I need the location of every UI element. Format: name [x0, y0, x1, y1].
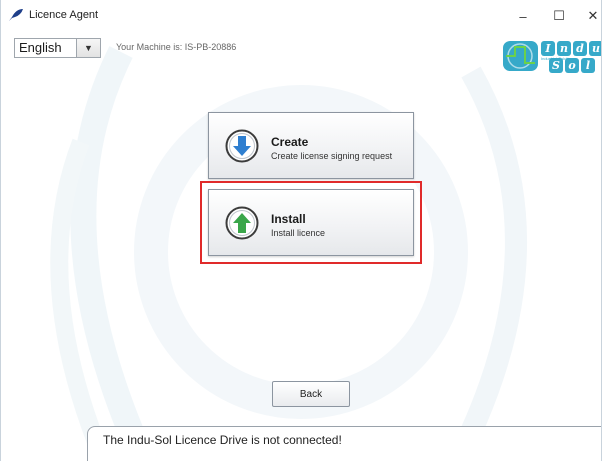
- language-dropdown[interactable]: English ▼: [14, 38, 101, 58]
- back-button-label: Back: [299, 388, 323, 400]
- close-icon: ✕: [587, 8, 599, 23]
- logo-letter: d: [573, 41, 587, 56]
- dropdown-arrow-icon[interactable]: ▼: [76, 39, 100, 57]
- logo-tagline: Industrial Solutions: [541, 56, 575, 61]
- logo-letter: l: [581, 58, 595, 73]
- create-title: Create: [271, 135, 309, 149]
- licence-agent-window: Licence Agent – ☐ ✕ English ▼ Your Machi…: [0, 0, 602, 461]
- status-message: The Indu-Sol Licence Drive is not connec…: [103, 433, 342, 447]
- indu-sol-logo: I n d u S o l Industrial Solutions: [503, 39, 601, 79]
- minimize-icon: –: [519, 8, 527, 24]
- install-highlight-frame: [200, 181, 422, 264]
- arrow-down-icon: [225, 129, 259, 163]
- logo-letter: n: [557, 41, 571, 56]
- logo-letter: u: [589, 41, 601, 56]
- machine-id-text: Your Machine is: IS-PB-20886: [116, 42, 237, 52]
- minimize-button[interactable]: –: [506, 0, 540, 32]
- create-subtitle: Create license signing request: [271, 151, 393, 161]
- logo-letter: I: [541, 41, 555, 56]
- back-button[interactable]: Back: [272, 381, 350, 407]
- machine-id-label: Your Machine is: IS-PB-20886: [116, 42, 236, 52]
- window-title: Licence Agent: [29, 9, 99, 21]
- app-feather-icon: [9, 9, 23, 21]
- close-button[interactable]: ✕: [576, 0, 601, 32]
- logo-signal-icon: [503, 41, 538, 71]
- maximize-icon: ☐: [553, 8, 565, 23]
- create-button[interactable]: Create Create license signing request: [208, 112, 414, 179]
- maximize-button[interactable]: ☐: [542, 0, 576, 32]
- language-selected-value: English: [19, 40, 62, 55]
- title-bar: Licence Agent – ☐ ✕: [1, 0, 601, 32]
- status-message-box: The Indu-Sol Licence Drive is not connec…: [87, 426, 601, 461]
